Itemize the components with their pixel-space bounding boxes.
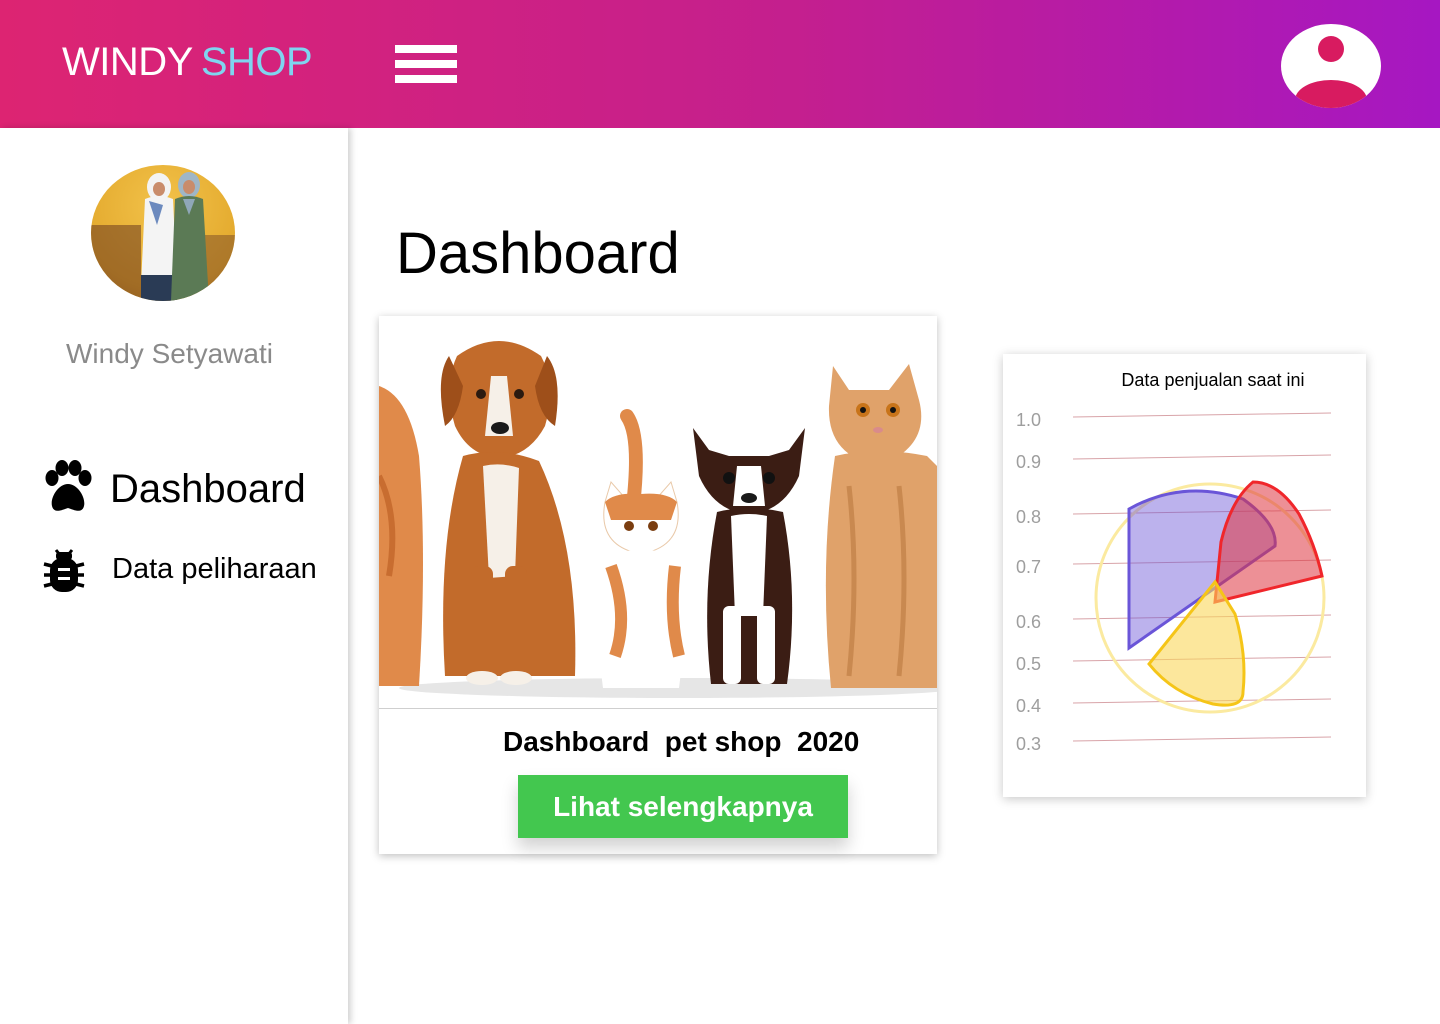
see-more-button[interactable]: Lihat selengkapnya <box>518 775 848 838</box>
bug-icon <box>42 542 86 597</box>
chart-title: Data penjualan saat ini <box>1121 370 1304 390</box>
sales-chart-card: Data penjualan saat ini 1.0 0.9 0.8 0.7 0.6 0… <box>1003 354 1366 797</box>
profile-avatar <box>91 165 235 301</box>
chart-tick-label: 0.5 <box>1016 654 1041 674</box>
chart-gridline <box>1072 412 1332 418</box>
sales-chart: Data penjualan saat ini 1.0 0.9 0.8 0.7 0.6 0… <box>1016 370 1332 754</box>
sidebar-item-dashboard[interactable]: Dashboard <box>42 460 306 519</box>
dashboard-card: Dashboard pet shop 2020 Lihat selengkapn… <box>379 316 937 854</box>
chart-tick-label: 0.7 <box>1016 557 1041 577</box>
chart-gridline <box>1072 736 1332 742</box>
user-account-icon[interactable] <box>1281 24 1381 108</box>
sidebar-item-label: Dashboard <box>110 467 306 511</box>
sidebar-item-label: Data peliharaan <box>112 553 317 585</box>
chart-tick-label: 1.0 <box>1016 410 1041 430</box>
brand-text-shop: SHOP <box>200 40 313 84</box>
chart-gridline <box>1072 454 1332 460</box>
paw-icon <box>42 460 94 519</box>
card-title: Dashboard pet shop 2020 <box>503 726 860 757</box>
chart-tick-label: 0.3 <box>1016 734 1041 754</box>
brand-logo[interactable]: WINDY SHOP <box>62 40 313 85</box>
profile-name: Windy Setyawati <box>66 338 273 369</box>
top-navbar: WINDY SHOP <box>0 0 1440 128</box>
sidebar: Windy Setyawati Dashboard Data peliharaa… <box>0 128 348 1024</box>
pets-banner-image <box>379 316 937 708</box>
brand-text-windy: WINDY <box>62 40 193 84</box>
card-divider <box>379 708 937 709</box>
chart-tick-label: 0.9 <box>1016 452 1041 472</box>
hamburger-menu-icon[interactable] <box>395 45 457 85</box>
chart-tick-label: 0.4 <box>1016 696 1041 716</box>
sidebar-item-data-peliharaan[interactable]: Data peliharaan <box>42 542 317 597</box>
page-title: Dashboard <box>396 221 680 286</box>
chart-tick-label: 0.8 <box>1016 507 1041 527</box>
chart-tick-label: 0.6 <box>1016 612 1041 632</box>
